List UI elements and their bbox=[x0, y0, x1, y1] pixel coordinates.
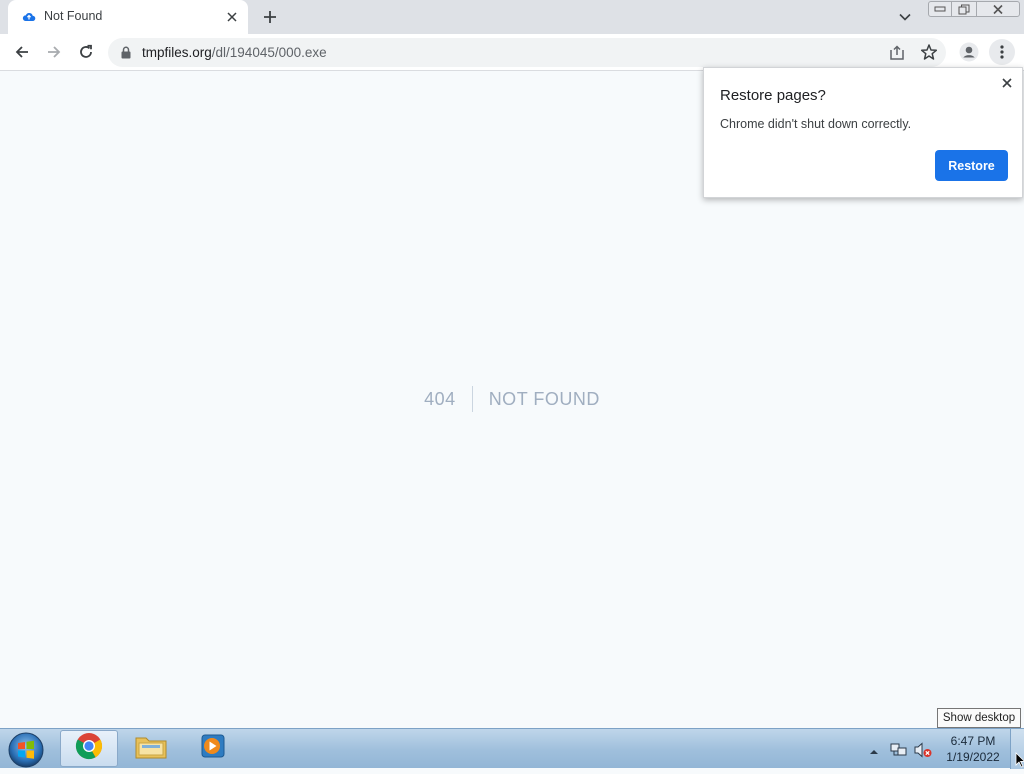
url-path: /dl/194045/000.exe bbox=[211, 45, 327, 60]
tab-strip: Not Found bbox=[0, 0, 1024, 34]
taskbar-chrome[interactable] bbox=[60, 730, 118, 767]
bubble-title: Restore pages? bbox=[720, 87, 826, 104]
close-icon[interactable] bbox=[976, 1, 1020, 17]
browser-toolbar: tmpfiles.org/dl/194045/000.exe bbox=[0, 34, 1024, 71]
close-icon[interactable] bbox=[999, 75, 1015, 91]
error-text: NOT FOUND bbox=[488, 388, 600, 409]
restore-icon[interactable] bbox=[951, 1, 977, 17]
menu-kebab-icon[interactable] bbox=[989, 39, 1015, 65]
bubble-text: Chrome didn't shut down correctly. bbox=[720, 117, 912, 131]
file-explorer-icon bbox=[134, 732, 168, 765]
share-icon[interactable] bbox=[888, 44, 906, 62]
mouse-cursor-icon bbox=[1015, 752, 1024, 768]
tab-close-icon[interactable] bbox=[224, 9, 240, 25]
network-icon[interactable] bbox=[889, 741, 909, 759]
back-button[interactable] bbox=[9, 39, 35, 65]
url-text[interactable]: tmpfiles.org/dl/194045/000.exe bbox=[142, 45, 327, 60]
start-button[interactable] bbox=[6, 731, 46, 769]
address-bar[interactable]: tmpfiles.org/dl/194045/000.exe bbox=[108, 38, 946, 67]
taskbar-file-explorer[interactable] bbox=[122, 730, 180, 767]
forward-button[interactable] bbox=[41, 39, 67, 65]
taskbar: 6:47 PM 1/19/2022 bbox=[0, 728, 1024, 769]
tab-title: Not Found bbox=[44, 9, 103, 23]
show-desktop-tooltip: Show desktop bbox=[937, 708, 1021, 728]
volume-muted-icon[interactable] bbox=[913, 741, 933, 759]
url-host: tmpfiles.org bbox=[142, 45, 212, 60]
tab-not-found[interactable]: Not Found bbox=[8, 0, 248, 34]
media-player-icon bbox=[198, 732, 228, 765]
lock-icon[interactable] bbox=[120, 46, 132, 59]
chrome-icon bbox=[74, 731, 104, 766]
clock-time: 6:47 PM bbox=[950, 734, 996, 748]
restore-pages-bubble: Restore pages? Chrome didn't shut down c… bbox=[703, 67, 1023, 198]
show-hidden-icons-icon[interactable] bbox=[868, 744, 880, 754]
error-code: 404 bbox=[424, 388, 456, 409]
clock-date: 1/19/2022 bbox=[946, 750, 1000, 764]
bookmark-star-icon[interactable] bbox=[920, 43, 938, 61]
minimize-icon[interactable] bbox=[928, 1, 952, 17]
new-tab-button[interactable] bbox=[258, 6, 282, 28]
reload-button[interactable] bbox=[73, 39, 99, 65]
restore-button[interactable]: Restore bbox=[935, 150, 1008, 181]
system-clock[interactable]: 6:47 PM 1/19/2022 bbox=[940, 733, 1006, 765]
cloud-icon bbox=[22, 10, 36, 24]
taskbar-media-player[interactable] bbox=[184, 730, 242, 767]
error-message: 404 NOT FOUND bbox=[0, 385, 1024, 413]
tab-search-chevron-icon[interactable] bbox=[894, 8, 916, 26]
profile-avatar-icon[interactable] bbox=[956, 39, 982, 65]
